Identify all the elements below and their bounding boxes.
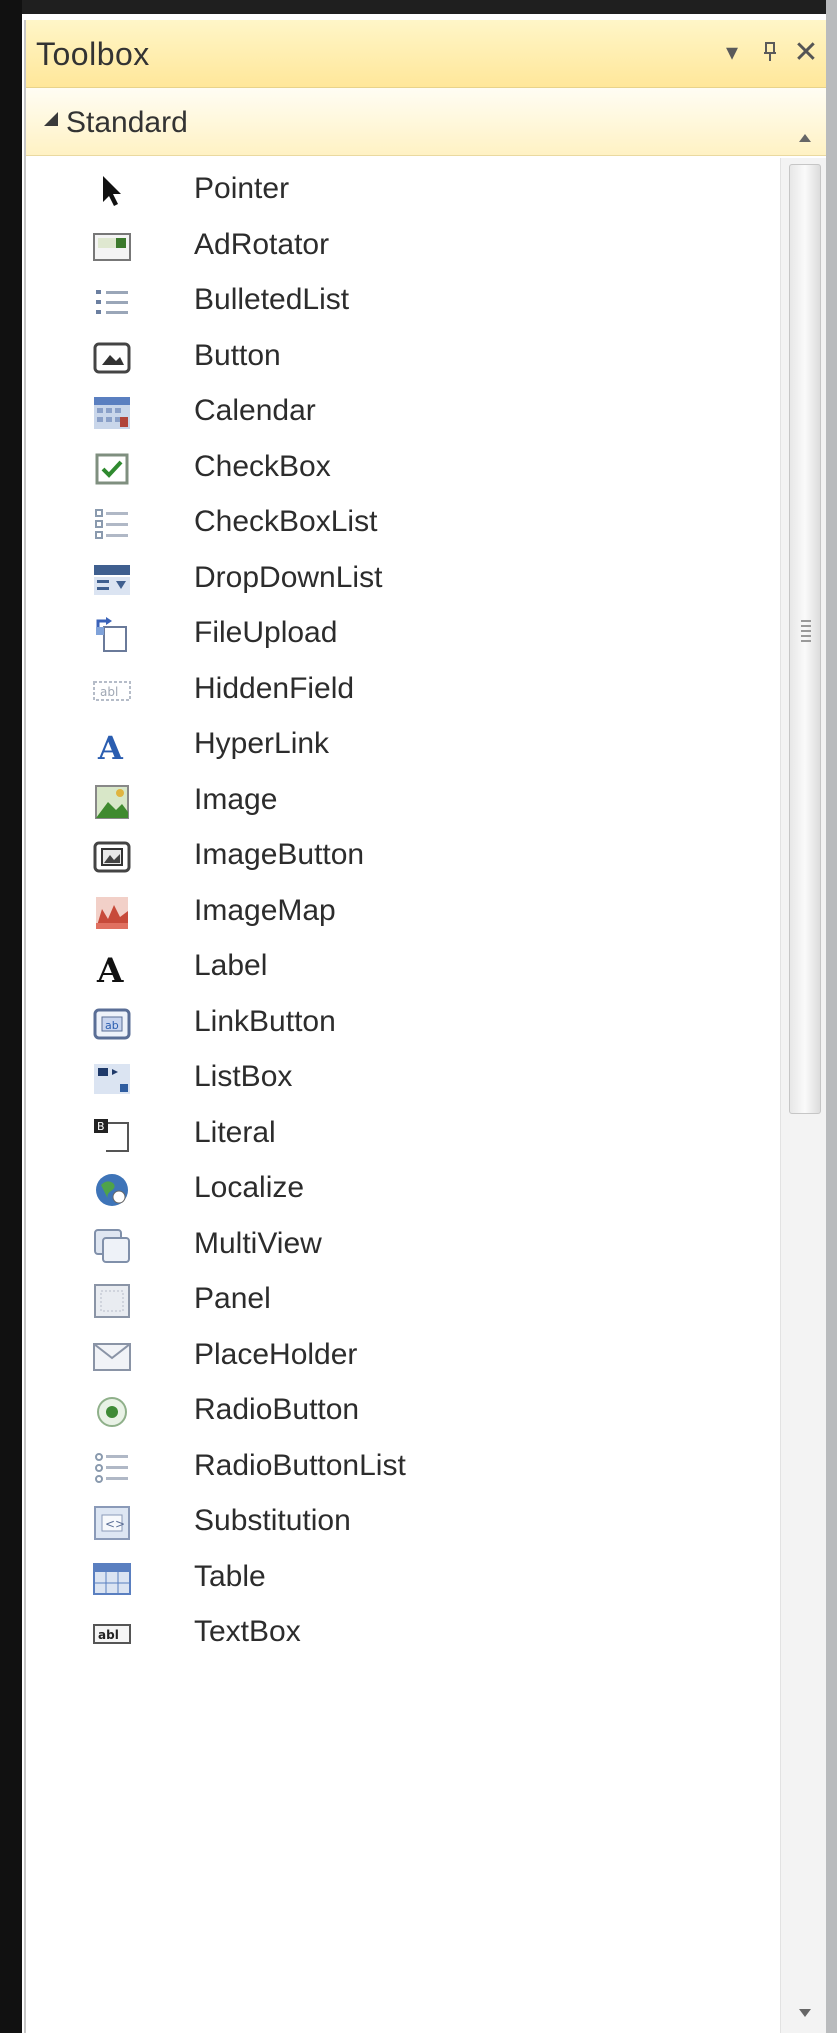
scroll-down-arrow-icon: [799, 2009, 811, 2017]
substitution-icon: <>: [92, 1504, 132, 1542]
window-position-dropdown-button[interactable]: ▾: [718, 34, 746, 70]
panel-title: Toolbox: [36, 36, 150, 72]
toolbox-item-label: Image: [194, 782, 278, 816]
dropdown-arrow-icon: ▾: [725, 38, 739, 66]
toolbox-titlebar: Toolbox ▾ ✕: [26, 20, 826, 88]
toolbox-item-label: Label: [194, 949, 268, 982]
toolbox-item-label: FileUpload: [194, 616, 338, 649]
scrollbar-thumb[interactable]: [789, 164, 821, 1114]
toolbox-item-label: PlaceHolder: [194, 1337, 358, 1371]
svg-text:<>: <>: [105, 1517, 125, 1531]
checkbox-list-icon: [92, 505, 132, 543]
tab-standard-header[interactable]: Standard: [26, 88, 826, 156]
toolbox-item-label: ListBox: [194, 1060, 293, 1093]
collapse-triangle-icon: [44, 112, 58, 126]
toolbox-item-label: TextBox: [194, 1615, 301, 1648]
toolbox-item-label: HyperLink: [194, 727, 330, 760]
toolbox-item-label: ImageButton: [194, 838, 365, 871]
literal-icon: B: [92, 1116, 132, 1154]
toolbox-item-label: Calendar: [194, 394, 316, 427]
toolbox-item-label: CheckBox: [194, 449, 331, 483]
adrotator-icon: [92, 228, 132, 266]
close-button[interactable]: ✕: [792, 34, 820, 70]
svg-text:A: A: [96, 951, 124, 985]
radio-button-icon: [92, 1393, 132, 1431]
svg-text:abl: abl: [100, 685, 118, 699]
toolbox-item-label: Pointer: [194, 172, 290, 205]
table-icon: [92, 1560, 132, 1598]
calendar-icon: [92, 394, 132, 432]
toolbox-item-label: Button: [194, 338, 281, 372]
svg-text:ab: ab: [105, 1019, 119, 1032]
toolbox-item-label: DropDownList: [194, 560, 383, 594]
toolbox-item-label: RadioButtonList: [194, 1448, 406, 1482]
textbox-icon: abl: [92, 1615, 132, 1653]
toolbox-item-label: Localize: [194, 1171, 305, 1204]
listbox-icon: [92, 1060, 132, 1098]
toolbox-item-label: AdRotator: [194, 227, 330, 261]
toolbox-item-label: Literal: [194, 1115, 276, 1149]
button-icon: [92, 339, 132, 377]
placeholder-icon: [92, 1338, 132, 1376]
toolbox-item-label: RadioButton: [194, 1393, 360, 1426]
toolbox-item-label: MultiView: [194, 1226, 322, 1260]
toolbox-item-label: HiddenField: [194, 671, 355, 705]
scrollbar-grip-icon: [801, 620, 811, 644]
svg-text:abl: abl: [98, 1628, 119, 1642]
toolbox-item-label: LinkButton: [194, 1004, 336, 1038]
window-right-border: [826, 0, 837, 2033]
scroll-up-button[interactable]: [781, 118, 826, 158]
image-icon: [92, 783, 132, 821]
image-button-icon: [92, 838, 132, 876]
toolbox-item-label: ImageMap: [194, 893, 336, 927]
vertical-scrollbar[interactable]: [780, 134, 826, 2033]
hidden-field-icon: abl: [92, 672, 132, 710]
pin-icon: [764, 42, 776, 61]
hyperlink-icon: A: [92, 727, 132, 765]
window-left-border: [0, 0, 22, 2033]
scroll-up-arrow-icon: [799, 134, 811, 142]
checkbox-icon: [92, 450, 132, 488]
toolbox-item-label: BulletedList: [194, 283, 350, 316]
bulleted-list-icon: [92, 283, 132, 321]
toolbox-item-list: Pointer AdRotator BulletedList Button Calend…: [26, 158, 780, 2033]
auto-hide-pin-button[interactable]: [756, 34, 784, 70]
toolbox-item-label: Panel: [194, 1282, 271, 1315]
tab-standard-label: Standard: [66, 106, 188, 139]
svg-text:B: B: [97, 1120, 105, 1133]
radio-button-list-icon: [92, 1449, 132, 1487]
svg-text:A: A: [97, 729, 124, 763]
link-button-icon: ab: [92, 1005, 132, 1043]
panel-icon: [92, 1282, 132, 1320]
localize-icon: [92, 1171, 132, 1209]
image-map-icon: [92, 894, 132, 932]
toolbox-item-label: CheckBoxList: [194, 505, 378, 538]
close-icon: ✕: [793, 35, 819, 69]
file-upload-icon: [92, 616, 132, 654]
scroll-down-button[interactable]: [781, 1993, 826, 2033]
dropdown-list-icon: [92, 561, 132, 599]
label-icon: A: [92, 949, 132, 987]
window-top-border: [0, 0, 837, 14]
toolbox-item-label: Substitution: [194, 1504, 351, 1537]
pointer-icon: [92, 172, 132, 210]
toolbox-panel: Toolbox ▾ ✕ Standard Pointer AdRotator Bul…: [24, 20, 826, 2033]
multiview-icon: [92, 1227, 132, 1265]
toolbox-item-textbox[interactable]: abl TextBox: [26, 1601, 780, 1667]
toolbox-item-label: Table: [194, 1559, 266, 1593]
